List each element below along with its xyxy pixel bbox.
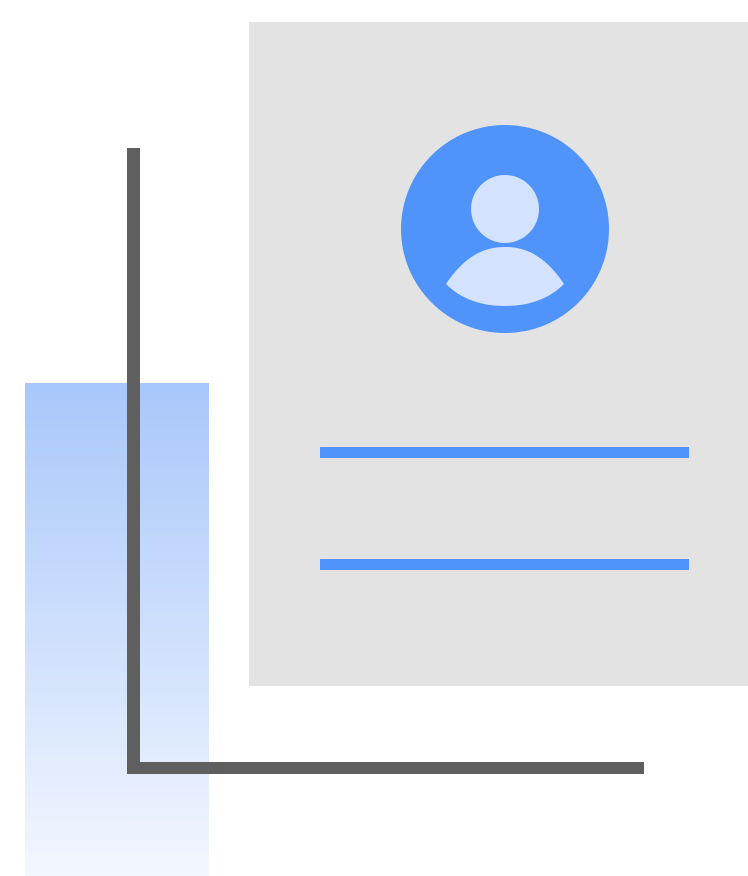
axis-vertical	[127, 148, 140, 774]
person-head	[471, 175, 539, 243]
bar-fill	[25, 383, 209, 876]
axis-horizontal	[127, 762, 644, 774]
illustration	[0, 0, 748, 876]
profile-card	[249, 22, 748, 686]
illustration-svg	[25, 22, 748, 876]
avatar	[401, 125, 609, 333]
text-line-1	[320, 447, 689, 458]
text-line-2	[320, 559, 689, 570]
